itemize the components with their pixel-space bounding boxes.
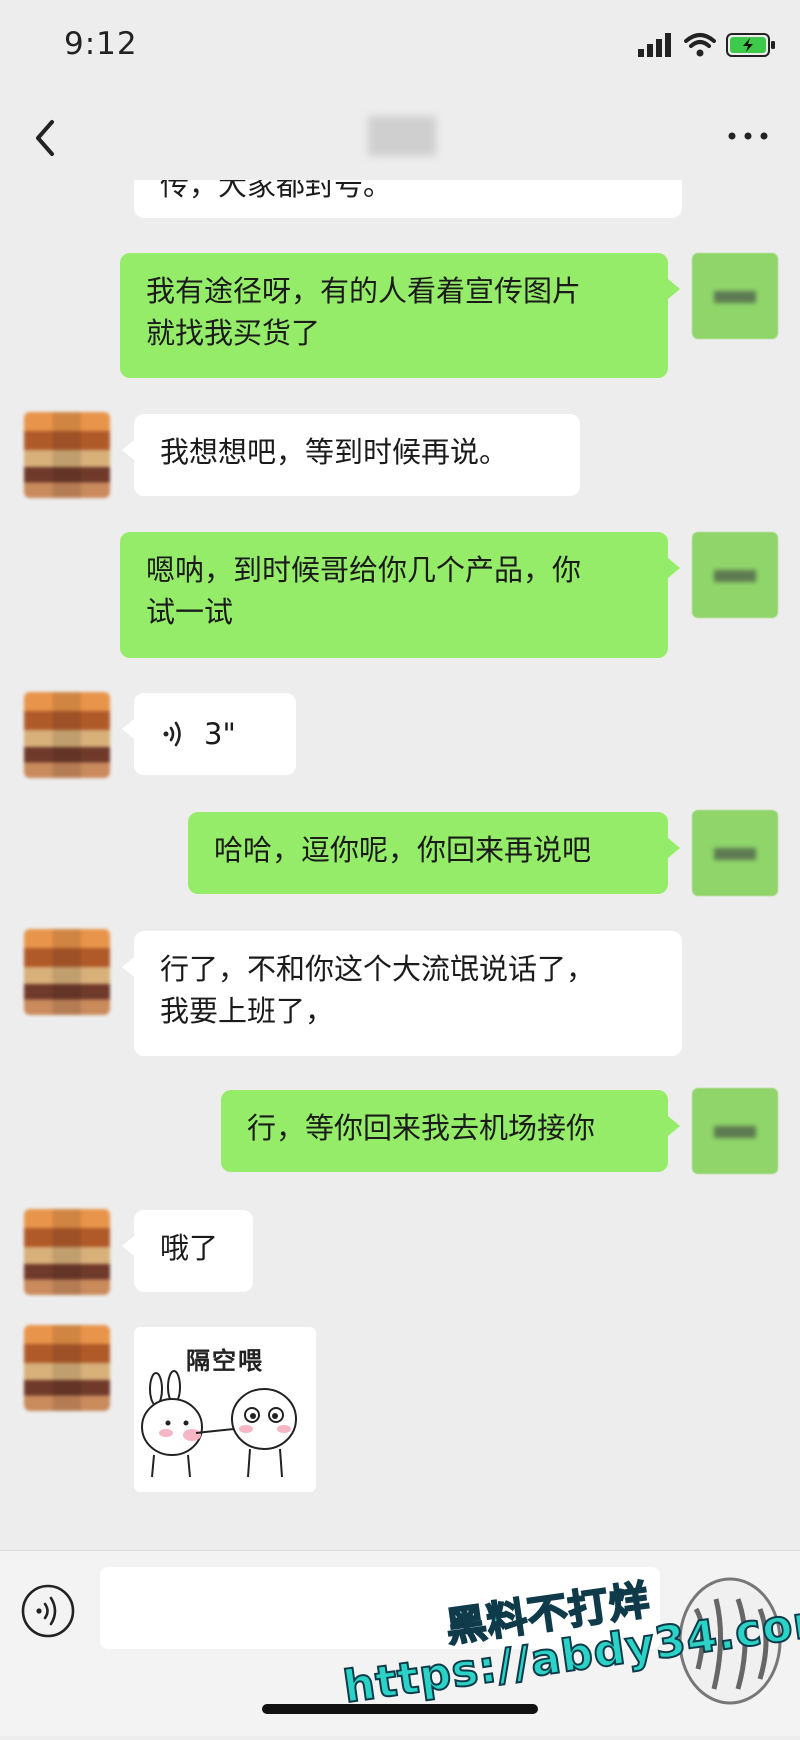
voice-wave-icon (163, 721, 181, 747)
my-avatar[interactable] (692, 1088, 778, 1174)
voice-input-icon[interactable] (20, 1583, 76, 1639)
my-avatar[interactable] (692, 253, 778, 339)
status-time: 9:12 (64, 26, 138, 62)
more-options-icon[interactable] (726, 126, 770, 146)
sticker-illustration (141, 1370, 297, 1478)
contact-avatar[interactable] (24, 929, 110, 1015)
battery-charging-icon (726, 33, 775, 57)
message-text: 我想想吧，等到时候再说。 (160, 435, 509, 469)
contact-avatar[interactable] (24, 1209, 110, 1295)
message-bubble-outgoing[interactable]: 行，等你回来我去机场接你 (221, 1090, 680, 1172)
sticker-message[interactable]: 隔空喂 (134, 1327, 316, 1492)
message-bubble-incoming[interactable]: 我想想吧，等到时候再说。 (122, 414, 580, 496)
status-icons (638, 30, 776, 60)
message-bubble-outgoing[interactable]: 哈哈，逗你呢，你回来再说吧 (188, 812, 680, 894)
voice-message-bubble[interactable]: 3" (122, 693, 296, 775)
my-avatar[interactable] (692, 810, 778, 896)
voice-duration: 3" (204, 717, 236, 751)
message-text-line: 我有途径呀，有的人看着宣传图片 (146, 274, 582, 308)
contact-avatar[interactable] (24, 692, 110, 778)
status-bar: 9:12 (0, 0, 800, 96)
message-text-line: 就找我买货了 (146, 316, 321, 350)
signal-icon (638, 33, 671, 57)
message-text-line: 嗯呐，到时候哥给你几个产品，你 (146, 553, 582, 587)
message-bubble-incoming[interactable]: 传，大家都封号。 (134, 180, 682, 218)
message-text: 哦了 (160, 1231, 219, 1265)
message-text-line: 我要上班了， (160, 994, 335, 1028)
chat-header: ▓▓ (0, 96, 800, 180)
input-bar (0, 1550, 800, 1736)
sticker-emoji-icon[interactable] (668, 1569, 788, 1719)
message-bubble-outgoing[interactable]: 嗯呐，到时候哥给你几个产品，你 试一试 (120, 532, 680, 658)
message-text-line: 试一试 (146, 595, 234, 629)
contact-avatar[interactable] (24, 412, 110, 498)
wifi-icon (684, 33, 716, 57)
message-text: 行，等你回来我去机场接你 (247, 1111, 596, 1145)
back-arrow-icon[interactable] (28, 116, 64, 160)
message-text: 哈哈，逗你呢，你回来再说吧 (214, 833, 592, 867)
message-bubble-outgoing[interactable]: 我有途径呀，有的人看着宣传图片 就找我买货了 (120, 253, 680, 378)
message-text-line: 行了，不和你这个大流氓说话了， (160, 952, 596, 986)
message-text: 传，大家都封号。 (160, 180, 393, 202)
message-bubble-incoming[interactable]: 哦了 (122, 1210, 253, 1292)
my-avatar[interactable] (692, 532, 778, 618)
chat-area[interactable]: 传，大家都封号。 我有途径呀，有的人看着宣传图片 就找我买货了 我想想吧，等到时… (0, 180, 800, 1550)
contact-avatar[interactable] (24, 1325, 110, 1411)
message-bubble-incoming[interactable]: 行了，不和你这个大流氓说话了， 我要上班了， (122, 931, 682, 1056)
message-input[interactable] (100, 1567, 660, 1649)
contact-name: ▓▓ (368, 116, 436, 156)
